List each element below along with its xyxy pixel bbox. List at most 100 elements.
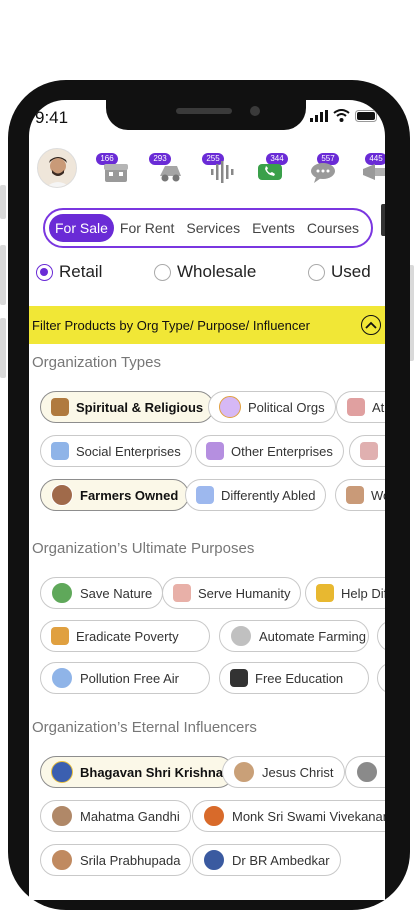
tab-courses[interactable]: Courses (301, 214, 365, 242)
store-icon[interactable] (103, 160, 129, 184)
scripture-icon (51, 398, 69, 416)
chip-automate-farming[interactable]: Automate Farming (219, 620, 369, 652)
jesus-portrait-icon (233, 761, 255, 783)
volume-down-button (0, 318, 6, 378)
earth-icon (51, 582, 73, 604)
condition-retail[interactable]: Retail (36, 262, 102, 282)
chip-srila-prabhupada[interactable]: Srila Prabhupada (40, 844, 192, 876)
chip-women[interactable]: Wo (335, 479, 385, 511)
tabs-scroll-indicator (381, 204, 385, 236)
chip-more-purposes-2[interactable] (377, 662, 385, 694)
chip-differently-abled[interactable]: Differently Abled (185, 479, 327, 511)
chip-label: Serve Humanity (198, 585, 291, 601)
chip-social-enterprises[interactable]: Social Enterprises (40, 435, 192, 467)
used-label: Used (331, 262, 371, 281)
chip-label: Dr BR Ambedkar (232, 852, 330, 868)
chip-help-differently[interactable]: Help Diff (305, 577, 385, 609)
front-camera (250, 106, 260, 116)
chip-label: Differently Abled (221, 487, 316, 503)
filter-bar[interactable]: Filter Products by Org Type/ Purpose/ In… (29, 306, 385, 344)
phone-screen: 9:41 166 293 255 344 557 445 For Sale Fo… (29, 100, 385, 900)
chip-g[interactable]: G (349, 435, 385, 467)
chip-eradicate-poverty[interactable]: Eradicate Poverty (40, 620, 210, 652)
wheelchair-icon (316, 584, 334, 602)
status-time: 9:41 (35, 108, 69, 127)
tab-for-rent[interactable]: For Rent (114, 214, 180, 242)
tab-events[interactable]: Events (246, 214, 301, 242)
audio-wave-icon[interactable] (209, 160, 235, 184)
chip-political-orgs[interactable]: Political Orgs (208, 391, 336, 423)
chip-spiritual-religious[interactable]: Spiritual & Religious (40, 391, 215, 423)
volume-up-button (0, 245, 6, 305)
chip-l[interactable]: L (345, 756, 385, 788)
battery-icon (355, 110, 377, 122)
accessibility-icon (196, 486, 214, 504)
user-avatar[interactable] (37, 148, 77, 188)
used-radio[interactable] (308, 263, 325, 281)
chip-label: Wo (371, 487, 385, 503)
chip-label: Help Diff (341, 585, 385, 601)
athlete-icon (347, 398, 365, 416)
silent-switch (0, 185, 6, 219)
chip-free-education[interactable]: Free Education (219, 662, 369, 694)
tab-for-sale[interactable]: For Sale (49, 214, 114, 242)
wholesale-label: Wholesale (177, 262, 257, 281)
notch (106, 100, 306, 130)
chip-label: Other Enterprises (231, 443, 333, 459)
chip-mahatma-gandhi[interactable]: Mahatma Gandhi (40, 800, 191, 832)
farmer-icon (51, 484, 73, 506)
chip-bhagavan-shri-krishna[interactable]: Bhagavan Shri Krishna (40, 756, 235, 788)
tab-services[interactable]: Services (180, 214, 246, 242)
phone-call-icon[interactable] (257, 160, 283, 184)
listing-type-tabs: For Sale For Rent Services Events Course… (43, 208, 373, 248)
retail-radio[interactable] (36, 263, 53, 281)
wifi-icon (333, 109, 350, 122)
chip-label: Srila Prabhupada (80, 852, 181, 868)
portrait-icon (356, 761, 378, 783)
chip-label: Eradicate Poverty (76, 628, 179, 644)
chip-label: Monk Sri Swami Vivekanana (232, 808, 385, 824)
chip-label: Mahatma Gandhi (80, 808, 180, 824)
status-icons (310, 109, 379, 122)
graduation-cap-icon (230, 669, 248, 687)
chip-athletics[interactable]: Ath (336, 391, 385, 423)
chip-label: Pollution Free Air (80, 670, 179, 686)
retail-label: Retail (59, 262, 103, 281)
section-title-influencers: Organization’s Eternal Influencers (32, 719, 257, 736)
air-icon (51, 667, 73, 689)
chip-pollution-free-air[interactable]: Pollution Free Air (40, 662, 210, 694)
vehicle-icon[interactable] (157, 160, 183, 184)
gandhi-portrait-icon (51, 805, 73, 827)
enterprise-icon (206, 442, 224, 460)
filter-bar-label: Filter Products by Org Type/ Purpose/ In… (32, 317, 310, 333)
chip-label: Save Nature (80, 585, 153, 601)
chip-more-purposes[interactable] (377, 620, 385, 652)
chip-label: Free Education (255, 670, 344, 686)
chip-label: Social Enterprises (76, 443, 181, 459)
chip-dr-br-ambedkar[interactable]: Dr BR Ambedkar (192, 844, 341, 876)
signal-icon (310, 110, 328, 122)
chip-label: Farmers Owned (80, 487, 179, 503)
chip-jesus-christ[interactable]: Jesus Christ (222, 756, 345, 788)
section-title-purposes: Organization’s Ultimate Purposes (32, 540, 255, 557)
political-icon (219, 396, 241, 418)
chat-icon[interactable] (310, 160, 336, 184)
condition-used[interactable]: Used (308, 262, 371, 282)
section-title-org-types: Organization Types (32, 354, 161, 371)
woman-icon (346, 486, 364, 504)
chip-save-nature[interactable]: Save Nature (40, 577, 164, 609)
chevron-up-icon[interactable] (361, 315, 381, 335)
chip-label: Jesus Christ (262, 764, 334, 780)
condition-wholesale[interactable]: Wholesale (154, 262, 256, 282)
humanity-icon (173, 584, 191, 602)
megaphone-icon[interactable] (361, 160, 385, 184)
krishna-portrait-icon (51, 761, 73, 783)
chip-farmers-owned[interactable]: Farmers Owned (40, 479, 190, 511)
chip-other-enterprises[interactable]: Other Enterprises (195, 435, 344, 467)
chip-serve-humanity[interactable]: Serve Humanity (162, 577, 302, 609)
wholesale-radio[interactable] (154, 263, 171, 281)
chip-swami-vivekananda[interactable]: Monk Sri Swami Vivekanana (192, 800, 385, 832)
chip-label: Bhagavan Shri Krishna (80, 764, 224, 780)
avatar-portrait (38, 149, 76, 187)
chip-label: Political Orgs (248, 399, 325, 415)
